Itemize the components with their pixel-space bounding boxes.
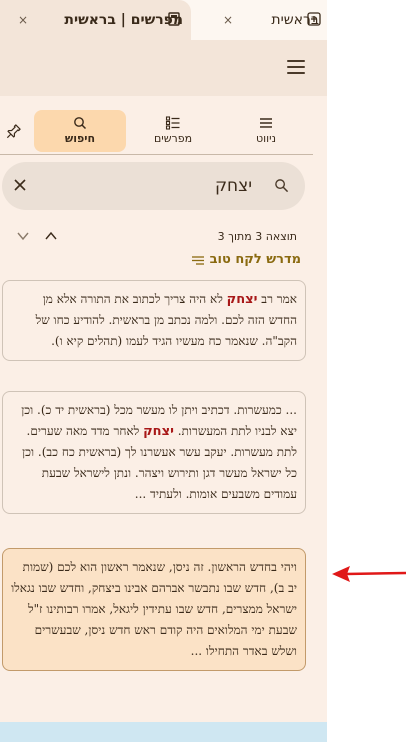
- panel-tabs: ניווט מפרשים חיפוש: [0, 110, 313, 155]
- lines-icon: [191, 255, 204, 265]
- tab-navigation[interactable]: ניווט: [226, 110, 306, 154]
- search-result-card-selected[interactable]: ויהי בחדש הראשון. זה ניסן, שנאמר ראשון ה…: [2, 548, 306, 671]
- result-text: ויהי בחדש הראשון. זה ניסן, שנאמר ראשון ה…: [11, 560, 297, 658]
- search-input[interactable]: [42, 172, 252, 200]
- status-strip: [0, 722, 327, 742]
- hamburger-menu-icon[interactable]: [287, 60, 305, 74]
- tab-label: חיפוש: [64, 132, 96, 145]
- book-icon: [168, 12, 180, 26]
- search-result-card[interactable]: אמר רב יצחק לא היה צריך לכתוב את התורה א…: [2, 280, 306, 361]
- toolbar: [0, 40, 327, 96]
- tab-commentaries[interactable]: מפרשים: [131, 110, 215, 154]
- new-tab-icon: [307, 12, 321, 26]
- result-text: אמר רב: [257, 292, 297, 306]
- tab-label: מפרשים | בראשית: [64, 12, 183, 28]
- tab-bereshit[interactable]: בראשית ×: [195, 0, 327, 40]
- result-group-header: מדרש לקח טוב: [191, 252, 301, 267]
- close-icon[interactable]: ×: [18, 13, 28, 27]
- chevron-down-icon[interactable]: [16, 230, 30, 242]
- close-icon[interactable]: ×: [223, 13, 233, 27]
- app-window: מפרשים | בראשית × בראשית × ניווט מפרשים …: [0, 0, 327, 742]
- highlighted-term: יצחק: [143, 424, 174, 439]
- search-icon: [74, 117, 87, 130]
- search-result-card[interactable]: ... כמעשרות. דכתיב ויתן לו מעשר מכל (ברא…: [2, 391, 306, 514]
- highlighted-term: יצחק: [226, 292, 258, 307]
- tab-commentaries-bereshit[interactable]: מפרשים | בראשית ×: [0, 0, 191, 40]
- clear-icon[interactable]: [12, 177, 28, 193]
- list-icon: [260, 118, 272, 128]
- group-title: מדרש לקח טוב: [209, 252, 301, 267]
- results-bar: תוצאה 3 מתוך 3: [0, 226, 313, 248]
- results-count: תוצאה 3 מתוך 3: [217, 230, 297, 243]
- annotation-arrow-icon: [332, 566, 407, 582]
- tab-label: מפרשים: [153, 132, 193, 145]
- tab-bar: מפרשים | בראשית × בראשית ×: [0, 0, 327, 40]
- commentaries-icon: [165, 116, 180, 130]
- pin-icon[interactable]: [3, 122, 23, 142]
- tab-label: ניווט: [256, 132, 276, 145]
- tab-search[interactable]: חיפוש: [34, 110, 126, 152]
- search-bar: [2, 162, 305, 210]
- chevron-up-icon[interactable]: [44, 230, 58, 242]
- side-panel: ניווט מפרשים חיפוש יצחק תוצאה 3 מתוך 3 מ…: [0, 110, 313, 722]
- search-icon: [275, 179, 289, 193]
